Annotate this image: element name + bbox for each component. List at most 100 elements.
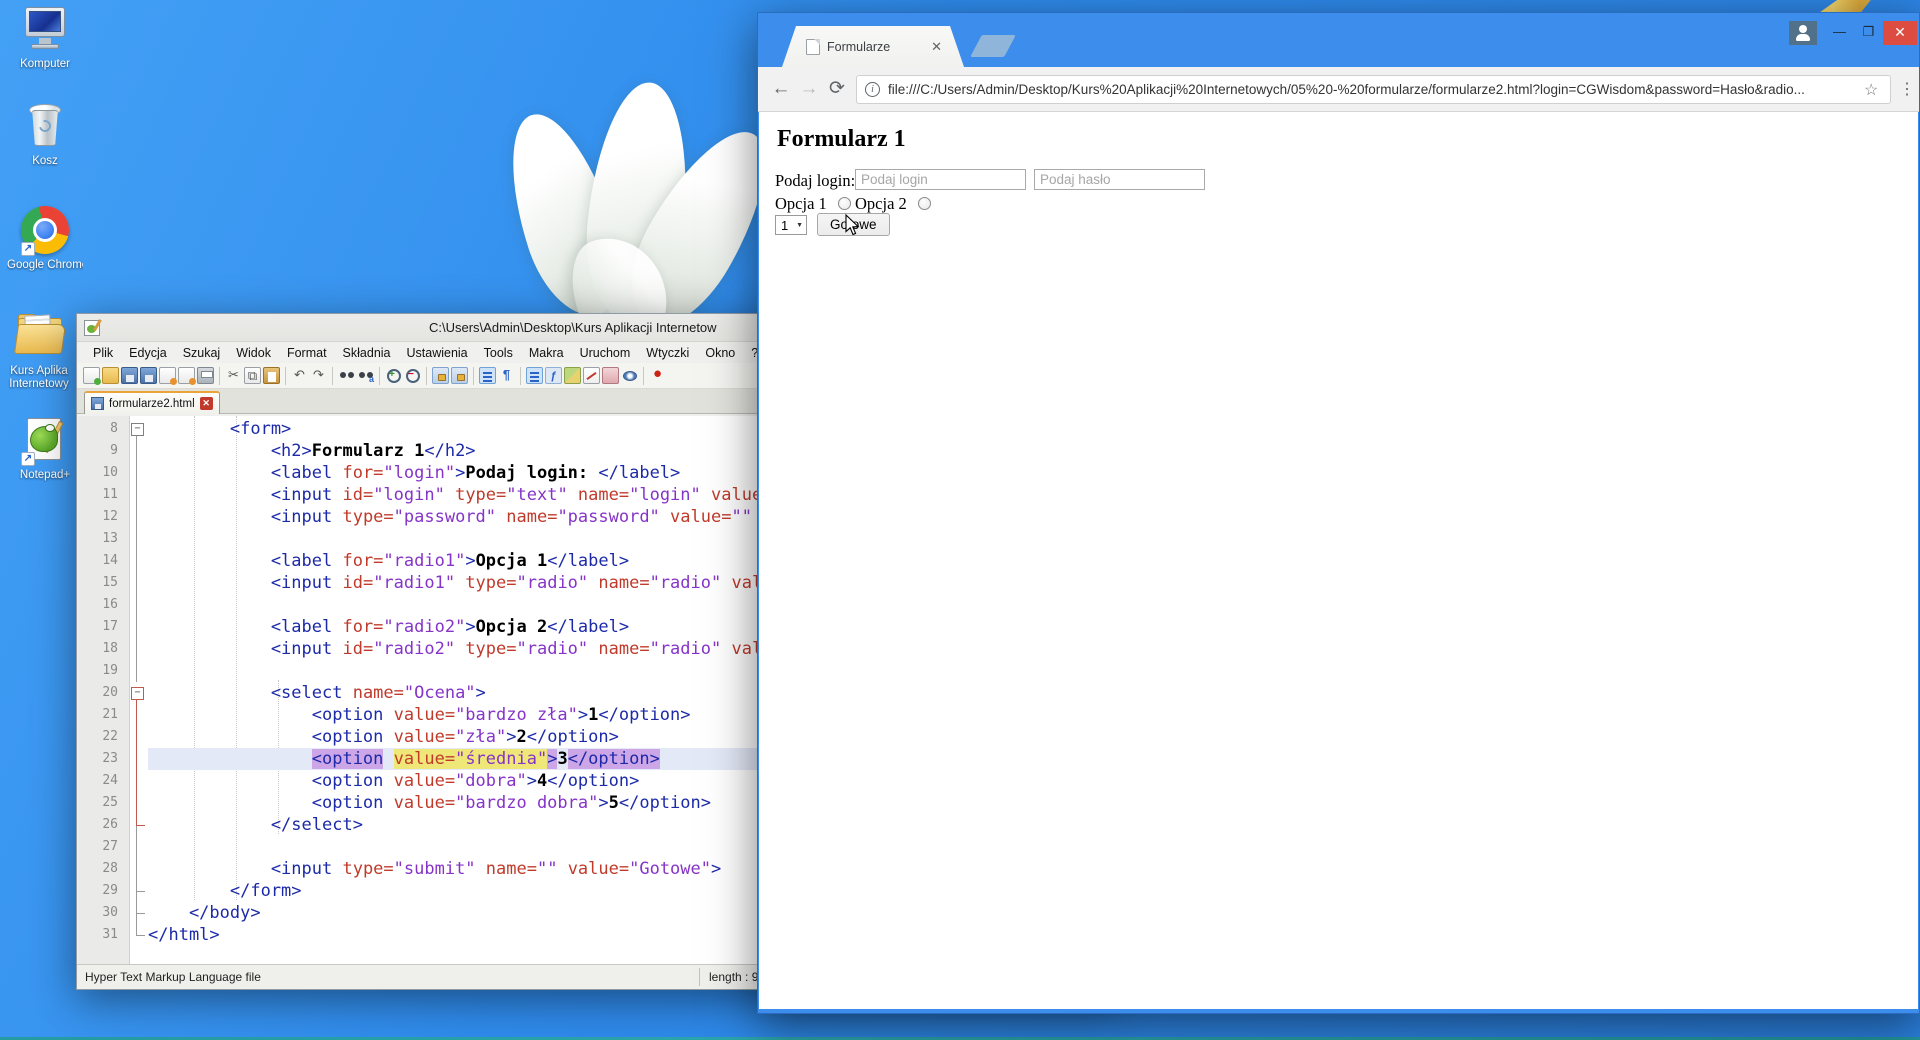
desktop-icon-komputer[interactable]: Komputer	[7, 5, 83, 71]
indent-guide-icon[interactable]	[526, 367, 543, 384]
desktop-icon-kurs-folder[interactable]: Kurs Aplika Internetowy	[2, 312, 76, 391]
login-input[interactable]	[855, 169, 1026, 190]
browser-toolbar: ← → ⟳ ⌂ i file:///C:/Users/Admin/Desktop…	[758, 67, 1919, 112]
fold-marker	[126, 572, 148, 594]
fold-marker	[126, 462, 148, 484]
menu-item-ustawienia[interactable]: Ustawienia	[399, 344, 476, 362]
line-number: 31	[78, 924, 126, 946]
password-input[interactable]	[1034, 169, 1205, 190]
notepad-window-title: C:\Users\Admin\Desktop\Kurs Aplikacji In…	[429, 320, 717, 335]
toolbar-separator	[426, 367, 427, 385]
print-icon[interactable]	[197, 367, 214, 384]
desktop-icon-notepad[interactable]: ↗ Notepad+	[7, 416, 83, 482]
fold-marker	[126, 836, 148, 858]
maximize-button[interactable]: ❐	[1854, 21, 1883, 45]
sync-h-icon[interactable]	[451, 367, 468, 384]
reload-icon[interactable]: ⟳	[822, 73, 852, 105]
bookmark-star-icon[interactable]: ☆	[1864, 80, 1882, 100]
document-map-icon[interactable]	[564, 367, 581, 384]
minimize-button[interactable]: —	[1825, 21, 1854, 45]
editor-tab-formularze2[interactable]: formularze2.html ✕	[84, 391, 220, 414]
fold-marker	[126, 638, 148, 660]
cut-icon[interactable]: ✂	[225, 367, 242, 384]
sync-v-icon[interactable]	[432, 367, 449, 384]
address-bar[interactable]: i file:///C:/Users/Admin/Desktop/Kurs%20…	[856, 75, 1891, 104]
fold-marker[interactable]	[126, 682, 148, 704]
replace-icon[interactable]	[357, 367, 374, 384]
toolbar-separator	[473, 367, 474, 385]
line-number: 29	[78, 880, 126, 902]
ocena-select[interactable]: 1 ▼	[775, 215, 807, 235]
desktop: Komputer Kosz ↗ Google Chrome Kurs Aplik…	[0, 0, 1920, 1040]
close-button[interactable]: ✕	[1883, 21, 1917, 45]
page-info-icon[interactable]: i	[865, 82, 880, 97]
mouse-cursor	[845, 214, 861, 242]
toolbar-separator	[643, 367, 644, 385]
fold-marker	[126, 792, 148, 814]
url-text[interactable]: file:///C:/Users/Admin/Desktop/Kurs%20Ap…	[888, 82, 1856, 97]
workspace-icon[interactable]	[602, 367, 619, 384]
radio2-button[interactable]	[918, 197, 931, 210]
zoom-in-icon[interactable]	[385, 367, 402, 384]
show-symbols-icon[interactable]: ¶	[498, 367, 515, 384]
status-length: length : 9	[709, 970, 758, 984]
new-tab-button[interactable]	[970, 35, 1016, 57]
menu-item-składnia[interactable]: Składnia	[335, 344, 399, 362]
browser-tab-formularze[interactable]: Formularze ✕	[782, 26, 964, 67]
close-all-icon[interactable]	[178, 367, 195, 384]
line-number: 13	[78, 528, 126, 550]
fold-marker	[126, 858, 148, 880]
forward-icon[interactable]: →	[794, 73, 824, 105]
zoom-out-icon[interactable]	[404, 367, 421, 384]
record-macro-icon[interactable]: ●	[649, 367, 666, 384]
menu-item-uruchom[interactable]: Uruchom	[572, 344, 639, 362]
redo-icon[interactable]: ↷	[310, 367, 327, 384]
fold-marker	[126, 880, 148, 902]
preview-icon[interactable]	[621, 367, 638, 384]
menu-item-okno[interactable]: Okno	[697, 344, 743, 362]
save-all-icon[interactable]	[140, 367, 157, 384]
desktop-icon-label: Kosz	[7, 155, 83, 168]
menu-item-plik[interactable]: Plik	[85, 344, 121, 362]
fold-marker[interactable]	[126, 418, 148, 440]
line-number: 26	[78, 814, 126, 836]
edit-marker-icon[interactable]	[583, 367, 600, 384]
profile-icon[interactable]	[1789, 21, 1817, 45]
open-icon[interactable]	[102, 367, 119, 384]
find-icon[interactable]	[338, 367, 355, 384]
menu-item-tools[interactable]: Tools	[476, 344, 521, 362]
word-wrap-icon[interactable]	[479, 367, 496, 384]
menu-item-wtyczki[interactable]: Wtyczki	[638, 344, 697, 362]
notepad-plus-plus-icon: ↗	[19, 416, 71, 466]
undo-icon[interactable]: ↶	[291, 367, 308, 384]
toolbar-separator	[332, 367, 333, 385]
tab-close-icon[interactable]: ✕	[931, 39, 942, 55]
radio1-button[interactable]	[838, 197, 851, 210]
fold-marker	[126, 770, 148, 792]
browser-menu-icon[interactable]: ⋮	[1899, 79, 1915, 99]
toolbar-separator	[285, 367, 286, 385]
fold-marker	[126, 440, 148, 462]
desktop-icon-google-chrome[interactable]: ↗ Google Chrome	[7, 206, 83, 272]
back-icon[interactable]: ←	[766, 73, 796, 105]
desktop-icon-kosz[interactable]: Kosz	[7, 102, 83, 168]
login-label: Podaj login:	[775, 171, 855, 191]
function-list-icon[interactable]: ƒ	[545, 367, 562, 384]
browser-tab-title: Formularze	[827, 40, 924, 54]
save-icon[interactable]	[121, 367, 138, 384]
menu-item-format[interactable]: Format	[279, 344, 335, 362]
select-value: 1	[781, 218, 788, 233]
paste-icon[interactable]	[263, 367, 280, 384]
menu-item-szukaj[interactable]: Szukaj	[175, 344, 229, 362]
close-icon[interactable]	[159, 367, 176, 384]
menu-item-makra[interactable]: Makra	[521, 344, 572, 362]
copy-icon[interactable]: ⧉	[244, 367, 261, 384]
menu-item-edycja[interactable]: Edycja	[121, 344, 175, 362]
new-file-icon[interactable]	[83, 367, 100, 384]
toolbar-separator	[379, 367, 380, 385]
editor-tab-label: formularze2.html	[109, 398, 195, 410]
menu-item-widok[interactable]: Widok	[228, 344, 279, 362]
desktop-icon-label: Google Chrome	[7, 259, 83, 272]
tab-close-icon[interactable]: ✕	[200, 397, 213, 410]
browser-tabstrip: Formularze ✕ — ❐ ✕	[758, 13, 1919, 67]
